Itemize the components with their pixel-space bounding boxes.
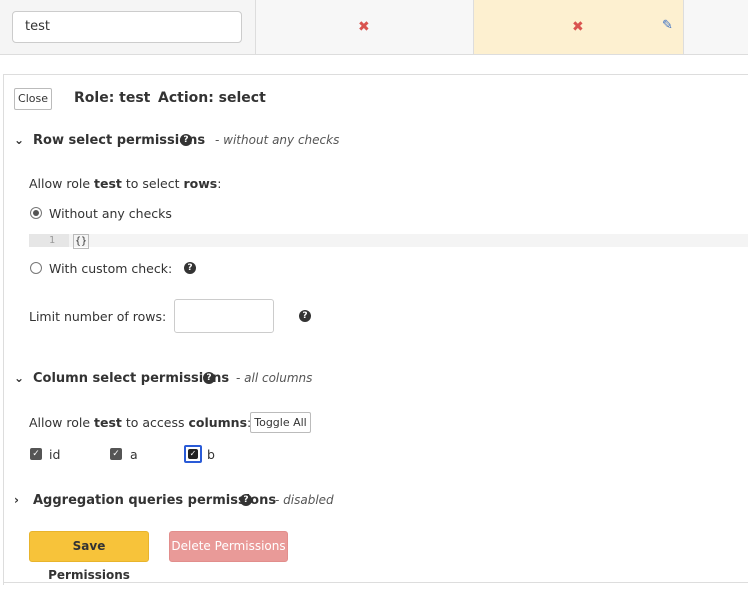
radio-without-checks[interactable] (30, 207, 42, 219)
column-checkbox-id[interactable]: ✓ (30, 448, 42, 460)
save-permissions-button[interactable]: Save Permissions (29, 531, 149, 582)
permission-cell-update[interactable] (683, 0, 748, 54)
column-label-b: b (207, 447, 215, 462)
role-name-input[interactable]: test (12, 11, 242, 43)
column-allow-text: Allow role test to access columns: (29, 415, 251, 430)
column-checkbox-a[interactable]: ✓ (110, 448, 122, 460)
radio-custom-check-label: With custom check: (49, 261, 173, 276)
radio-custom-check[interactable] (30, 262, 42, 274)
row-section-note: - without any checks (215, 133, 340, 147)
chevron-right-icon[interactable]: › (14, 493, 19, 507)
toggle-all-button[interactable]: Toggle All (250, 412, 311, 433)
permission-edit-panel (3, 74, 748, 585)
edit-icon[interactable]: ✎ (662, 18, 673, 33)
column-label-a: a (130, 447, 138, 462)
editor-code[interactable]: {} (73, 234, 90, 249)
action-header: Action: select (158, 90, 266, 106)
help-icon[interactable]: ? (299, 310, 311, 322)
help-icon[interactable]: ? (180, 134, 192, 146)
limit-rows-label: Limit number of rows: (29, 309, 167, 324)
delete-permissions-button[interactable]: Delete Permissions (169, 531, 288, 562)
help-icon[interactable]: ? (184, 262, 196, 274)
permission-cell-insert[interactable]: ✖ (255, 0, 473, 54)
row-allow-text: Allow role test to select rows: (29, 176, 222, 191)
chevron-down-icon[interactable]: ⌄ (14, 133, 24, 147)
role-header: Role: test (74, 90, 151, 106)
help-icon[interactable]: ? (203, 372, 215, 384)
aggregation-section-note: - disabled (275, 493, 334, 507)
divider (3, 582, 748, 583)
deny-icon: ✖ (358, 19, 370, 35)
check-editor[interactable] (29, 234, 748, 247)
editor-line-number: 1 (29, 234, 69, 247)
close-button[interactable]: Close (14, 88, 52, 110)
help-icon[interactable]: ? (240, 494, 252, 506)
permission-cell-select[interactable]: ✖ ✎ (473, 0, 683, 54)
column-section-title[interactable]: Column select permissions (33, 371, 229, 386)
column-checkbox-b[interactable]: ✓ (184, 445, 202, 463)
limit-rows-input[interactable] (174, 299, 274, 333)
deny-icon: ✖ (572, 19, 584, 35)
column-label-id: id (49, 447, 61, 462)
radio-without-checks-label: Without any checks (49, 206, 172, 221)
column-section-note: - all columns (236, 371, 313, 385)
chevron-down-icon[interactable]: ⌄ (14, 371, 24, 385)
